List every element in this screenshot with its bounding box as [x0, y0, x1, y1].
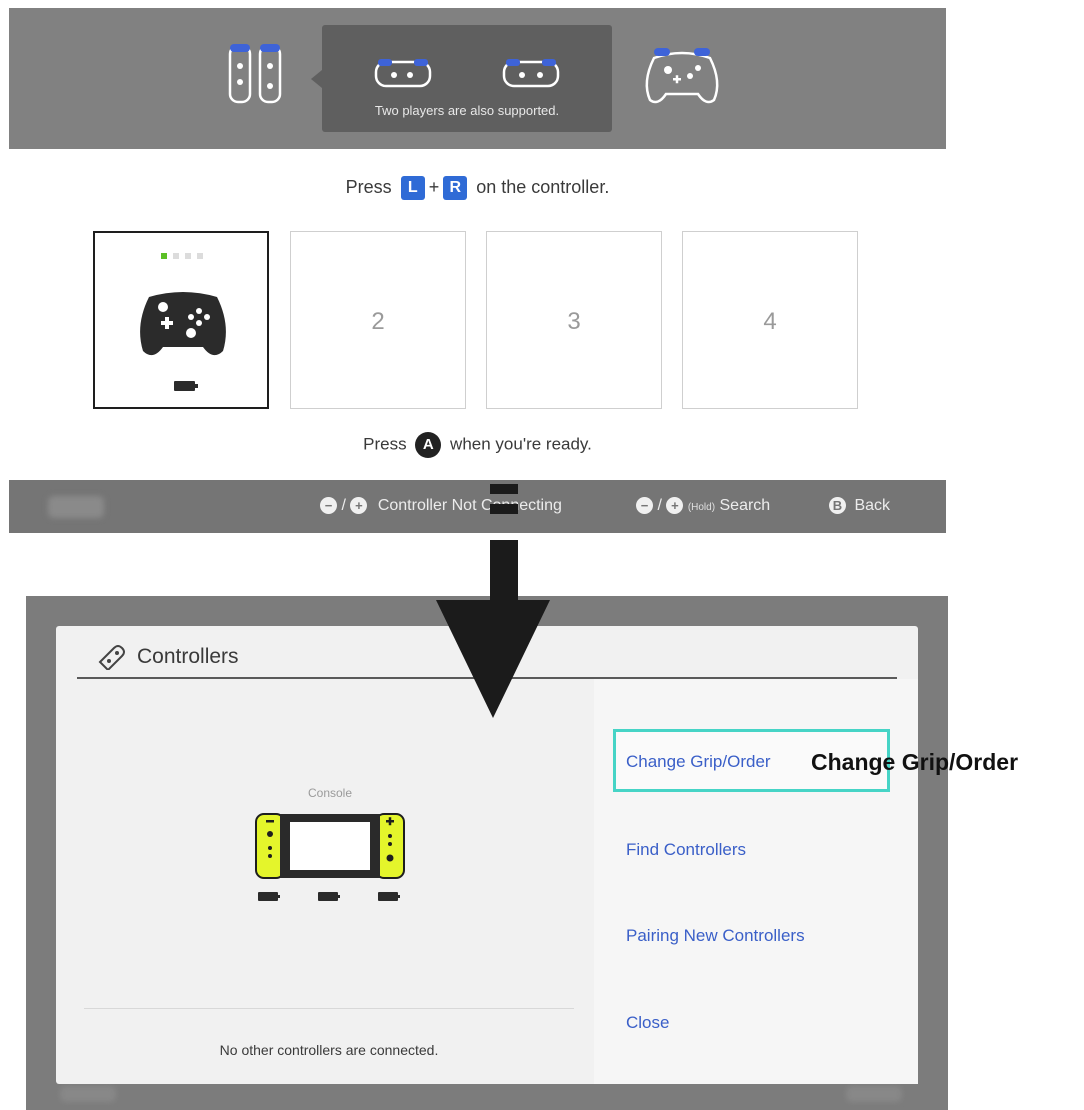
menu-item-find-controllers[interactable]: Find Controllers	[626, 840, 746, 860]
down-arrow-icon	[436, 600, 550, 718]
minus-button-icon: −	[636, 497, 653, 515]
plus-button-icon: +	[666, 497, 684, 515]
no-controllers-message: No other controllers are connected.	[219, 1042, 439, 1058]
plus-button-icon: +	[350, 497, 368, 515]
slash: /	[657, 497, 662, 514]
ready-prefix: Press	[363, 434, 407, 454]
ready-instruction: Press A when you're ready.	[9, 432, 946, 458]
blurred-logo	[48, 496, 104, 518]
instruction-prefix: Press	[345, 176, 392, 197]
player-slot-2[interactable]: 2	[290, 231, 466, 409]
slash: /	[341, 497, 346, 514]
battery-icon	[174, 381, 198, 391]
controller-not-connecting-hint[interactable]: − / + Controller Not Connecting	[320, 497, 562, 515]
slot-number: 2	[371, 308, 385, 335]
slot-number: 4	[763, 308, 777, 335]
a-button-icon: A	[415, 432, 442, 458]
menu-item-close[interactable]: Close	[626, 1013, 669, 1033]
menu-item-change-grip-order[interactable]: Change Grip/Order	[626, 752, 771, 772]
l-key-icon: L	[400, 176, 425, 200]
search-hint[interactable]: − / + (Hold) Search	[636, 497, 770, 515]
r-key-icon: R	[443, 176, 468, 200]
blurred-logo	[846, 1086, 902, 1102]
minus-button-icon: −	[320, 497, 337, 515]
hold-label: (Hold)	[687, 502, 716, 513]
ready-suffix: when you're ready.	[450, 434, 592, 454]
player-slot-3[interactable]: 3	[486, 231, 662, 409]
player-slot-1[interactable]	[93, 231, 269, 409]
plus-sign: +	[428, 176, 440, 197]
lr-instruction: Press L + R on the controller.	[9, 176, 946, 200]
arrow-segment	[490, 484, 518, 494]
pro-controller-icon[interactable]	[640, 42, 724, 108]
controller-settings-icon	[98, 645, 125, 670]
arrow-segment	[490, 504, 518, 514]
search-label: Search	[719, 497, 771, 514]
pro-controller-icon	[140, 292, 226, 356]
console-icon	[255, 813, 405, 901]
blurred-logo	[60, 1086, 116, 1102]
annotation-label: Change Grip/Order	[811, 749, 1019, 775]
sideways-joycon-left-icon	[374, 59, 432, 88]
console-label: Console	[307, 786, 353, 800]
not-connecting-label: Controller Not Connecting	[377, 497, 562, 514]
tooltip-tail	[311, 70, 322, 88]
arrow-shaft	[490, 540, 518, 602]
sideways-joycon-right-icon	[502, 59, 560, 88]
joycon-pair-icon[interactable]	[226, 42, 284, 106]
back-hint[interactable]: B Back	[829, 497, 890, 515]
player-slot-4[interactable]: 4	[682, 231, 858, 409]
b-button-icon: B	[829, 497, 846, 515]
menu-item-pairing-new-controllers[interactable]: Pairing New Controllers	[626, 926, 805, 946]
player-led-indicator	[161, 253, 203, 259]
tooltip-text: Two players are also supported.	[374, 103, 560, 118]
instruction-suffix: on the controller.	[476, 176, 610, 197]
panel-title: Controllers	[137, 645, 239, 668]
list-divider	[84, 1008, 574, 1009]
slot-number: 3	[567, 308, 581, 335]
back-label: Back	[854, 497, 891, 514]
